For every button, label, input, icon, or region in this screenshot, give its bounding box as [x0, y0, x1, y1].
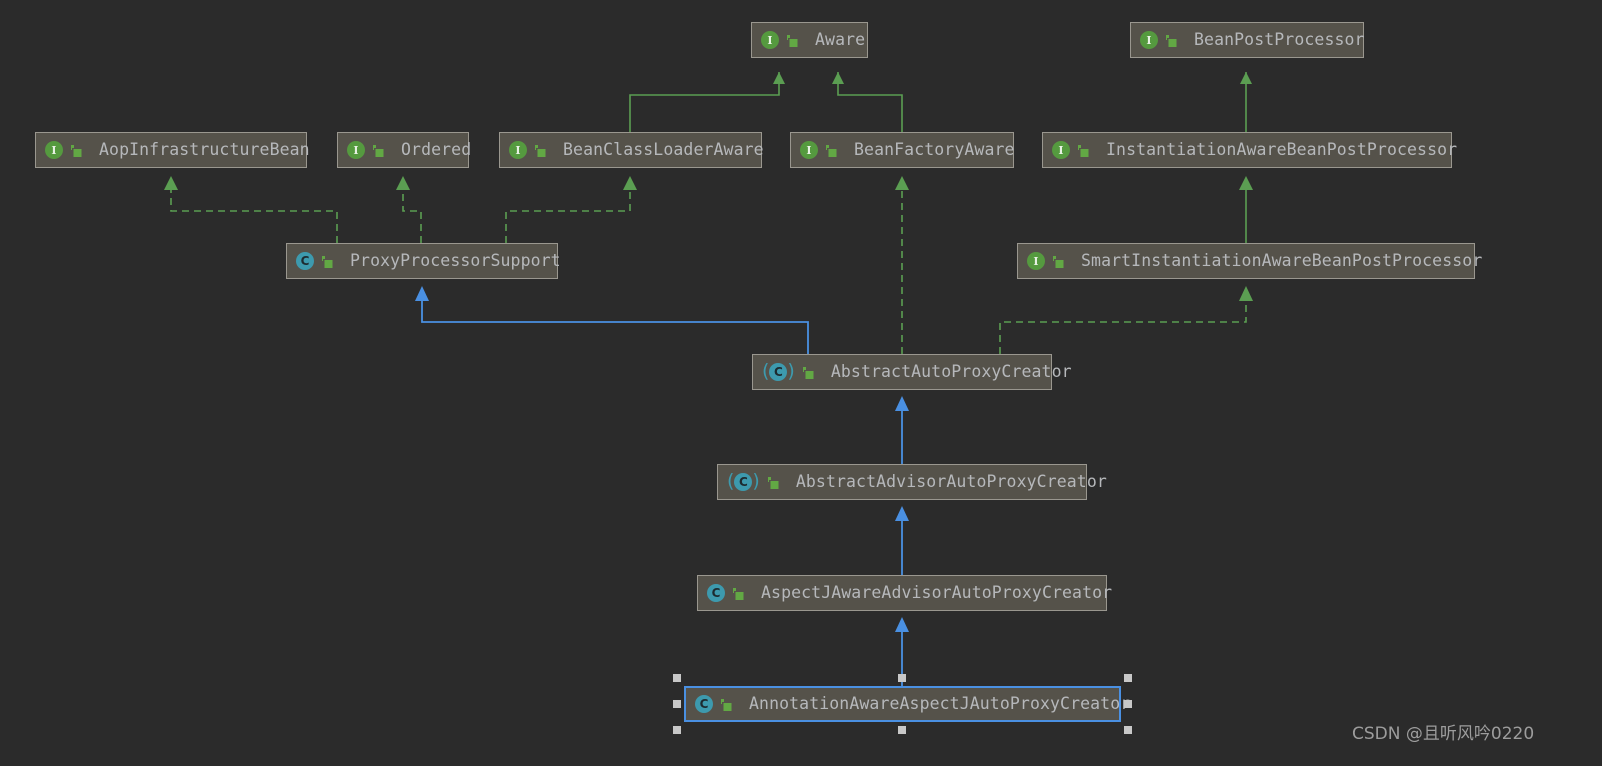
class-icon: C [707, 584, 725, 602]
node-icons: I [1052, 141, 1090, 159]
interface-icon: I [1052, 141, 1070, 159]
node-label: BeanPostProcessor [1194, 29, 1365, 49]
selection-handle-top-left[interactable] [673, 674, 681, 682]
selection-handle-middle-left[interactable] [673, 700, 681, 708]
unlocked-padlock-icon [1077, 143, 1090, 158]
node-abstract-advisor-auto-proxy-creator[interactable]: ( C ) AbstractAdvisorAutoProxyCreator [717, 464, 1107, 500]
edge-abstract-auto-proxy-creator-to-proxy-processor-support [415, 286, 809, 354]
node-bean-post-processor[interactable]: I BeanPostProcessor [1130, 22, 1364, 58]
unlocked-padlock-icon [767, 475, 780, 490]
unlocked-padlock-icon [720, 697, 733, 712]
unlocked-padlock-icon [786, 33, 799, 48]
node-bean-factory-aware[interactable]: I BeanFactoryAware [790, 132, 1014, 168]
unlocked-padlock-icon [825, 143, 838, 158]
selection-handle-top-right[interactable] [1124, 674, 1132, 682]
unlocked-padlock-icon [534, 143, 547, 158]
interface-icon: I [347, 141, 365, 159]
node-label: AnnotationAwareAspectJAutoProxyCreator [749, 693, 1131, 713]
node-icons: I [800, 141, 838, 159]
abstract-paren-right: ) [787, 360, 795, 382]
node-icons: I [1027, 252, 1065, 270]
node-icons: ( C ) [727, 470, 780, 492]
abstract-paren-left: ( [762, 360, 770, 382]
node-icons: C [296, 252, 334, 270]
interface-icon: I [761, 31, 779, 49]
class-diagram-canvas[interactable]: I Aware I BeanPostProcessor I AopInfrast… [0, 0, 1602, 766]
node-icons: C [707, 584, 745, 602]
node-proxy-processor-support[interactable]: C ProxyProcessorSupport [286, 243, 561, 279]
node-icons: I [347, 141, 385, 159]
node-ordered[interactable]: I Ordered [337, 132, 472, 168]
node-label: SmartInstantiationAwareBeanPostProcessor [1081, 250, 1483, 270]
edge-abstract-advisor-apc-to-abstract-apc [895, 396, 909, 464]
node-label: Ordered [401, 139, 472, 159]
edge-proxy-processor-support-to-ordered [396, 176, 422, 243]
node-label: AbstractAutoProxyCreator [830, 361, 1072, 381]
watermark: CSDN @且听风吟0220 [1352, 724, 1535, 744]
class-icon: C [296, 252, 314, 270]
interface-icon: I [800, 141, 818, 159]
edge-proxy-processor-support-to-aop-infrastructure-bean [164, 176, 338, 243]
node-label: ProxyProcessorSupport [350, 250, 561, 270]
edge-bean-class-loader-aware-to-aware [629, 72, 785, 132]
edge-abstract-auto-proxy-creator-to-smart-instantiation-aware-bpp [999, 286, 1253, 354]
interface-icon: I [1027, 252, 1045, 270]
node-label: InstantiationAwareBeanPostProcessor [1106, 139, 1458, 159]
unlocked-padlock-icon [321, 254, 334, 269]
unlocked-padlock-icon [1165, 33, 1178, 48]
abstract-class-icon: C [734, 473, 753, 491]
selection-handle-bottom-center[interactable] [898, 726, 906, 734]
node-aop-infrastructure-bean[interactable]: I AopInfrastructureBean [35, 132, 310, 168]
selection-handle-bottom-left[interactable] [673, 726, 681, 734]
node-aspectj-aware-advisor-auto-proxy-creator[interactable]: C AspectJAwareAdvisorAutoProxyCreator [697, 575, 1112, 611]
node-abstract-auto-proxy-creator[interactable]: ( C ) AbstractAutoProxyCreator [752, 354, 1072, 390]
interface-icon: I [509, 141, 527, 159]
node-smart-instantiation-aware-bean-post-processor[interactable]: I SmartInstantiationAwareBeanPostProcess… [1017, 243, 1482, 279]
node-label: AbstractAdvisorAutoProxyCreator [795, 471, 1107, 491]
unlocked-padlock-icon [802, 365, 815, 380]
node-label: BeanFactoryAware [854, 139, 1015, 159]
selection-handle-top-center[interactable] [898, 674, 906, 682]
unlocked-padlock-icon [70, 143, 83, 158]
edge-abstract-auto-proxy-creator-to-bean-factory-aware [895, 176, 909, 354]
node-bean-class-loader-aware[interactable]: I BeanClassLoaderAware [499, 132, 764, 168]
node-icons: I [761, 31, 799, 49]
node-annotation-aware-aspectj-auto-proxy-creator[interactable]: C AnnotationAwareAspectJAutoProxyCreator [684, 686, 1130, 722]
unlocked-padlock-icon [732, 586, 745, 601]
abstract-paren-right: ) [752, 470, 760, 492]
node-label: AspectJAwareAdvisorAutoProxyCreator [761, 582, 1113, 602]
node-icons: C [695, 695, 733, 713]
edge-aspectj-aware-advisor-apc-to-abstract-advisor-apc [895, 506, 909, 575]
node-label: BeanClassLoaderAware [563, 139, 764, 159]
node-icons: ( C ) [762, 360, 815, 382]
interface-icon: I [1140, 31, 1158, 49]
abstract-class-icon: C [769, 363, 788, 381]
selection-handle-bottom-right[interactable] [1124, 726, 1132, 734]
unlocked-padlock-icon [372, 143, 385, 158]
edge-bean-factory-aware-to-aware [832, 72, 903, 132]
edge-smart-instantiation-aware-bpp-to-instantiation-aware-bpp [1239, 176, 1253, 243]
node-icons: I [45, 141, 83, 159]
class-icon: C [695, 695, 713, 713]
node-instantiation-aware-bean-post-processor[interactable]: I InstantiationAwareBeanPostProcessor [1042, 132, 1457, 168]
abstract-paren-left: ( [727, 470, 735, 492]
node-label: AopInfrastructureBean [99, 139, 310, 159]
selection-handle-middle-right[interactable] [1124, 700, 1132, 708]
edge-instantiation-aware-bpp-to-bean-post-processor [1240, 72, 1252, 132]
node-icons: I [1140, 31, 1178, 49]
node-label: Aware [815, 29, 866, 49]
edge-proxy-processor-support-to-bean-class-loader-aware [505, 176, 637, 243]
interface-icon: I [45, 141, 63, 159]
unlocked-padlock-icon [1052, 254, 1065, 269]
node-icons: I [509, 141, 547, 159]
node-aware[interactable]: I Aware [751, 22, 868, 58]
